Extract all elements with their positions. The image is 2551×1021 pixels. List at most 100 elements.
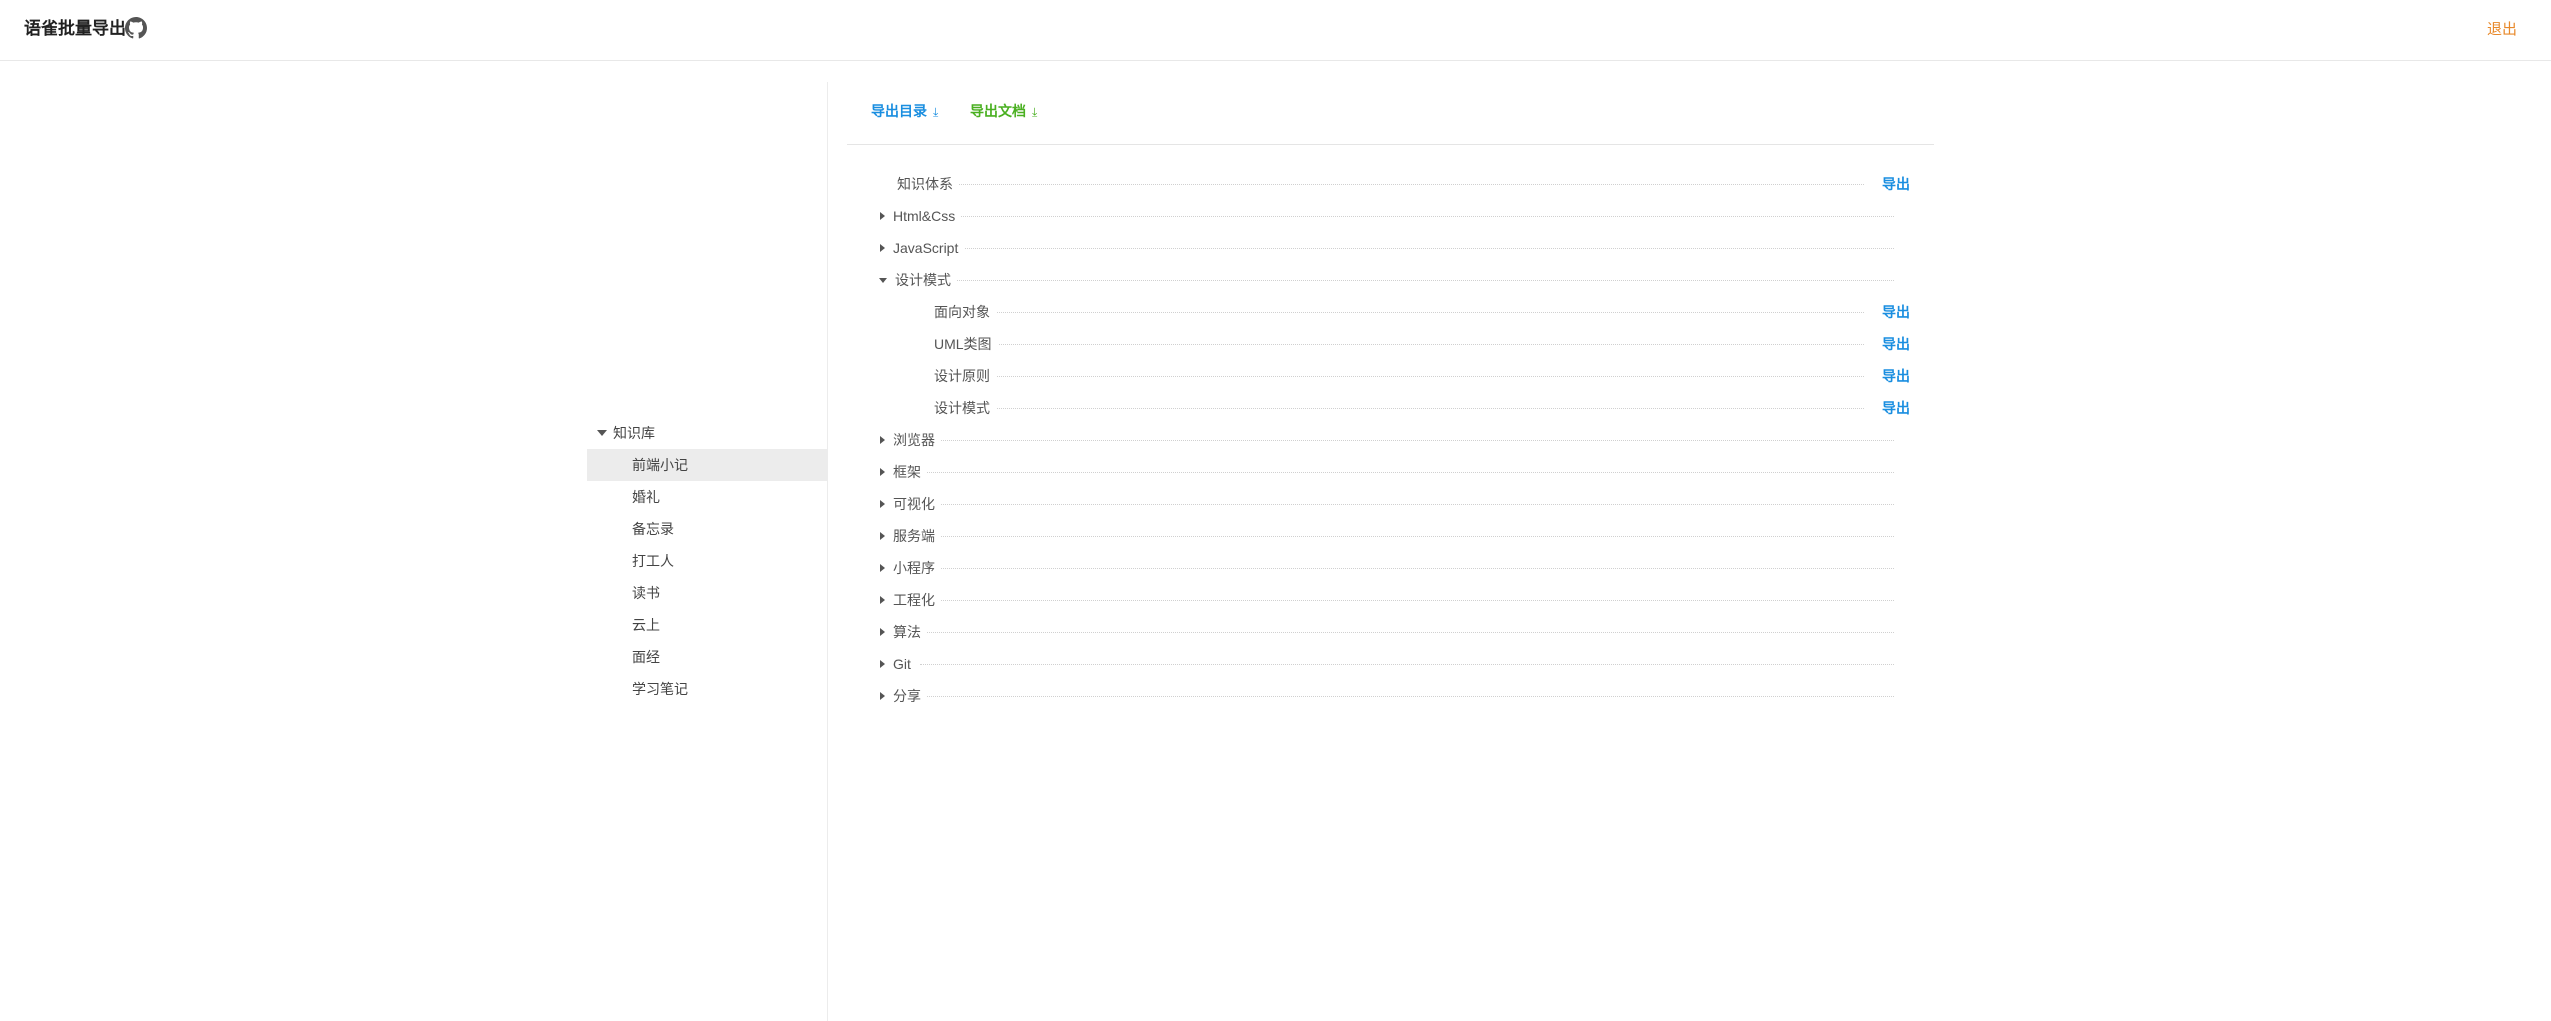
toolbar-divider	[847, 144, 1934, 145]
leader-dots	[956, 344, 1864, 345]
row-label-wrap: 面向对象	[916, 296, 996, 328]
row-label: 小程序	[893, 560, 935, 576]
row-label-wrap: 浏览器	[880, 424, 941, 456]
leader-dots	[920, 536, 1894, 537]
export-documents-button[interactable]: 导出文档 ⤓	[970, 100, 1037, 123]
row-label: 设计模式	[895, 272, 951, 288]
tree-item[interactable]: 打工人	[587, 545, 827, 577]
doc-row[interactable]: 浏览器	[880, 424, 1910, 456]
row-label: 浏览器	[893, 432, 935, 448]
export-directory-button[interactable]: 导出目录 ⤓	[871, 100, 938, 123]
caret-down-icon[interactable]	[879, 278, 887, 283]
row-label: 面向对象	[934, 304, 990, 320]
export-link[interactable]: 导出	[1882, 296, 1910, 328]
row-label: 分享	[893, 688, 921, 704]
download-icon: ⤓	[933, 105, 939, 119]
row-label: 设计模式	[934, 400, 990, 416]
row-label: 可视化	[893, 496, 935, 512]
export-directory-label: 导出目录	[871, 103, 927, 119]
caret-right-icon[interactable]	[880, 436, 885, 444]
row-label-wrap: 设计模式	[879, 264, 957, 296]
doc-row[interactable]: JavaScript	[880, 232, 1910, 264]
row-label: Git	[893, 656, 911, 672]
doc-row[interactable]: 知识体系 导出	[880, 168, 1910, 200]
row-label-wrap: 可视化	[880, 488, 941, 520]
doc-row[interactable]: 算法	[880, 616, 1910, 648]
row-label-wrap: 知识体系	[880, 168, 959, 200]
tree-item[interactable]: 前端小记	[587, 449, 827, 481]
caret-right-icon[interactable]	[880, 212, 885, 220]
row-label-wrap: 设计原则	[916, 360, 996, 392]
doc-row[interactable]: Git	[880, 648, 1910, 680]
download-icon: ⤓	[1032, 105, 1038, 119]
caret-right-icon[interactable]	[880, 692, 885, 700]
row-label-wrap: 小程序	[880, 552, 941, 584]
tree-item[interactable]: 学习笔记	[587, 673, 827, 705]
leader-dots	[920, 280, 1894, 281]
leader-dots	[920, 568, 1894, 569]
github-icon[interactable]	[125, 17, 147, 39]
caret-right-icon[interactable]	[880, 564, 885, 572]
doc-child-row[interactable]: 设计原则 导出	[880, 360, 1910, 392]
row-label-wrap: Git	[880, 648, 917, 680]
row-label: 算法	[893, 624, 921, 640]
row-label-wrap: 设计模式	[916, 392, 996, 424]
tree-item[interactable]: 云上	[587, 609, 827, 641]
doc-row[interactable]: 工程化	[880, 584, 1910, 616]
app-title: 语雀批量导出	[24, 19, 126, 38]
tree-item[interactable]: 面经	[587, 641, 827, 673]
doc-child-row[interactable]: 设计模式 导出	[880, 392, 1910, 424]
leader-dots	[920, 696, 1894, 697]
caret-right-icon[interactable]	[880, 596, 885, 604]
tree-root-knowledge-base[interactable]: 知识库	[587, 419, 827, 447]
doc-row[interactable]: 可视化	[880, 488, 1910, 520]
row-label: 框架	[893, 464, 921, 480]
tree-item[interactable]: 婚礼	[587, 481, 827, 513]
row-label-wrap: Html&Css	[880, 200, 962, 232]
row-label-wrap: 分享	[880, 680, 927, 712]
leader-dots	[956, 376, 1864, 377]
doc-row[interactable]: 服务端	[880, 520, 1910, 552]
caret-right-icon[interactable]	[880, 468, 885, 476]
row-label-wrap: 算法	[880, 616, 927, 648]
caret-right-icon[interactable]	[880, 532, 885, 540]
row-label-wrap: 工程化	[880, 584, 941, 616]
export-link[interactable]: 导出	[1882, 392, 1910, 424]
caret-right-icon[interactable]	[880, 628, 885, 636]
row-label-wrap: 框架	[880, 456, 927, 488]
logout-button[interactable]: 退出	[2487, 18, 2517, 39]
doc-row[interactable]: 分享	[880, 680, 1910, 712]
row-label: JavaScript	[893, 240, 959, 256]
export-link[interactable]: 导出	[1882, 168, 1910, 200]
leader-dots	[920, 216, 1894, 217]
export-documents-label: 导出文档	[970, 103, 1026, 119]
leader-dots	[956, 312, 1864, 313]
row-label-wrap: 服务端	[880, 520, 941, 552]
vertical-divider	[827, 82, 828, 1021]
row-label: 知识体系	[897, 176, 953, 192]
caret-right-icon[interactable]	[880, 500, 885, 508]
export-link[interactable]: 导出	[1882, 328, 1910, 360]
doc-row[interactable]: 小程序	[880, 552, 1910, 584]
doc-child-row[interactable]: UML类图 导出	[880, 328, 1910, 360]
tree-root-label: 知识库	[613, 425, 655, 441]
doc-child-row[interactable]: 面向对象 导出	[880, 296, 1910, 328]
doc-row[interactable]: Html&Css	[880, 200, 1910, 232]
caret-right-icon[interactable]	[880, 660, 885, 668]
tree-item[interactable]: 读书	[587, 577, 827, 609]
leader-dots	[920, 504, 1894, 505]
caret-down-icon	[597, 430, 607, 436]
export-link[interactable]: 导出	[1882, 360, 1910, 392]
row-label: 服务端	[893, 528, 935, 544]
row-label: UML类图	[934, 336, 992, 352]
leader-dots	[920, 472, 1894, 473]
leader-dots	[920, 248, 1894, 249]
row-label: 设计原则	[934, 368, 990, 384]
row-label: Html&Css	[893, 208, 956, 224]
caret-right-icon[interactable]	[880, 244, 885, 252]
leader-dots	[920, 664, 1894, 665]
tree-item[interactable]: 备忘录	[587, 513, 827, 545]
doc-row[interactable]: 框架	[880, 456, 1910, 488]
doc-row[interactable]: 设计模式	[879, 264, 1910, 296]
row-label: 工程化	[893, 592, 935, 608]
